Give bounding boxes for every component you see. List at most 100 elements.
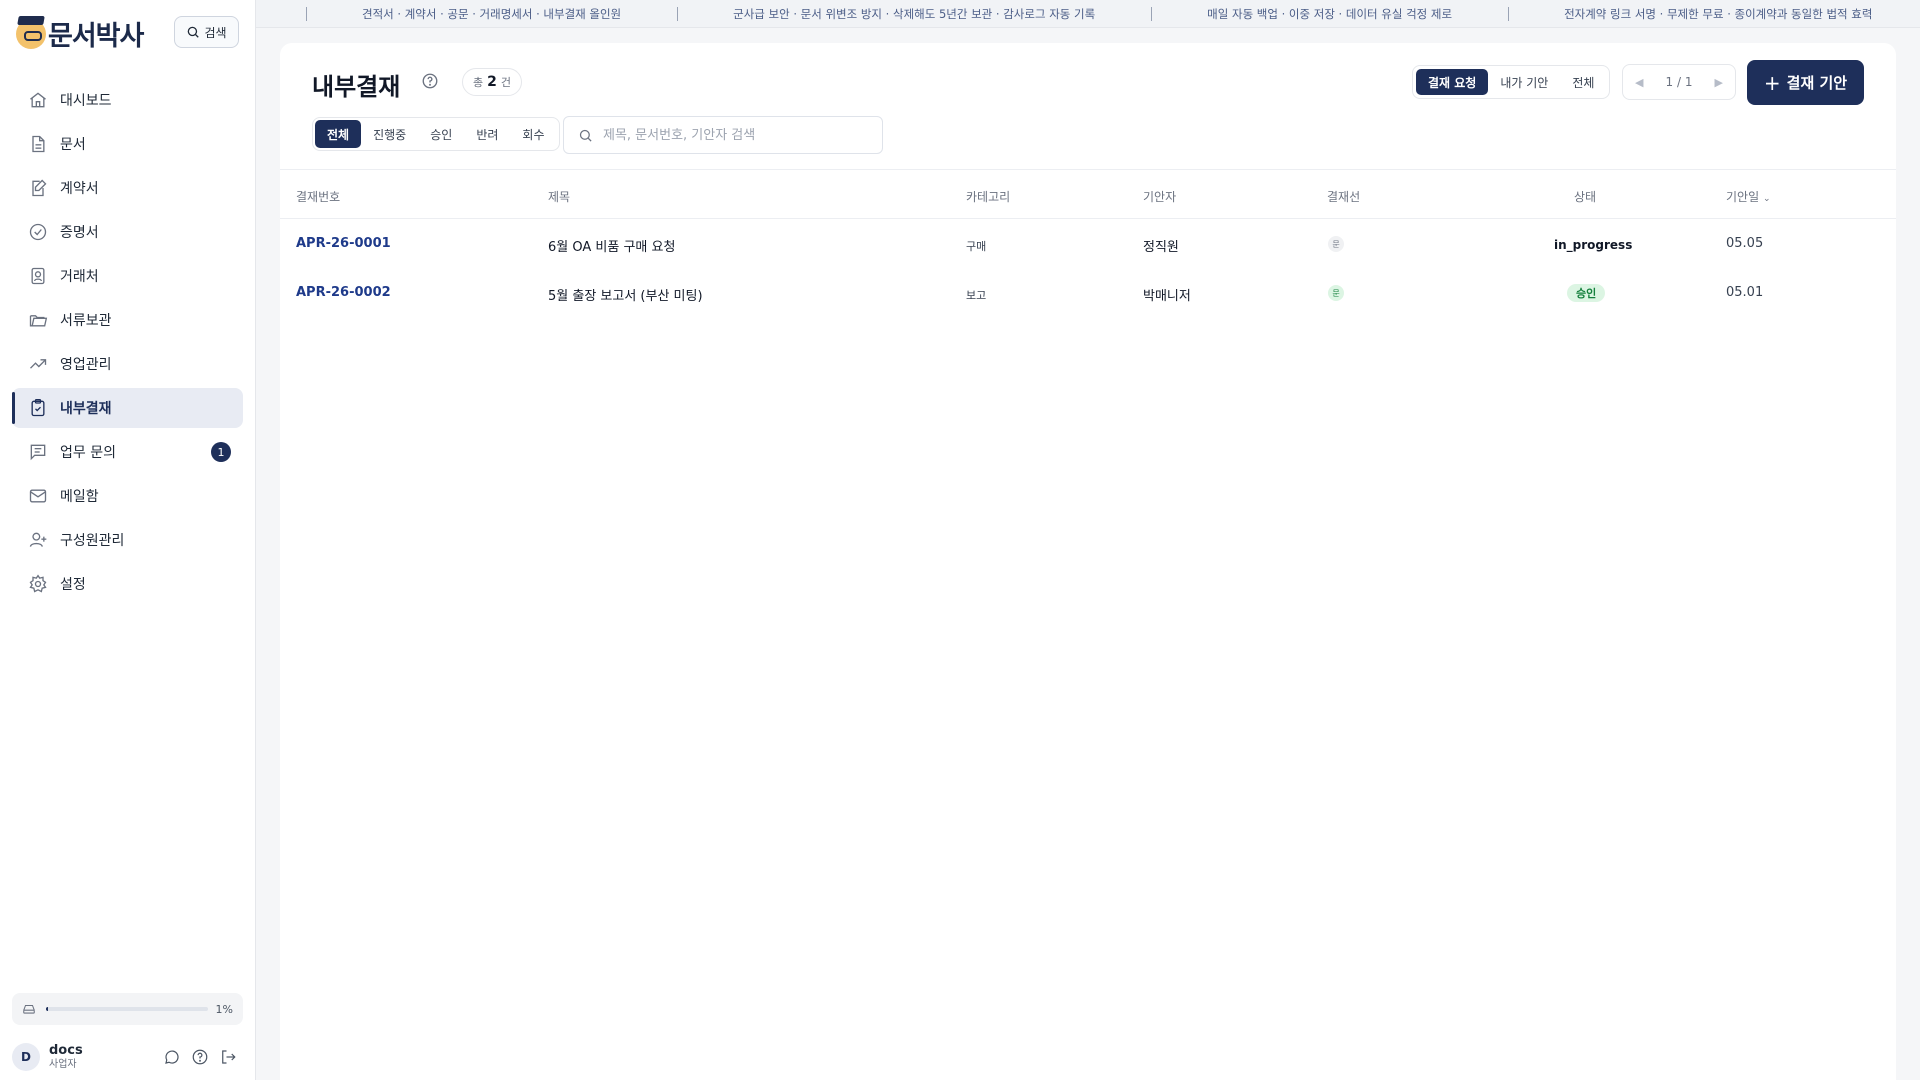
table-header: 결재번호 제목 카테고리 기안자 결재선 상태 기안일 ⌄	[280, 170, 1896, 219]
table-row[interactable]: APR-26-0001 6월 OA 비품 구매 요청 구매 정직원 문 in_p…	[280, 220, 1896, 268]
sidebar-item-label: 계약서	[60, 181, 99, 197]
approval-title[interactable]: 6월 OA 비품 구매 요청	[548, 236, 675, 255]
search-input[interactable]	[603, 127, 863, 143]
sidebar-item-archive[interactable]: 서류보관	[12, 300, 243, 340]
col-status[interactable]: 상태	[1574, 188, 1596, 205]
col-date[interactable]: 기안일 ⌄	[1726, 188, 1771, 205]
ticker-text: 군사급 보안 · 문서 위변조 방지 · 삭제해도 5년간 보관 · 감사로그 …	[733, 6, 1096, 21]
feature-ticker: 견적서 · 계약서 · 공문 · 거래명세서 · 내부결재 올인원 군사급 보안…	[256, 0, 1920, 28]
sidebar-item-label: 대시보드	[60, 93, 112, 109]
logout-icon[interactable]	[219, 1048, 237, 1066]
plus-icon: +	[1763, 70, 1781, 95]
prev-page-icon[interactable]: ◀	[1635, 76, 1643, 89]
search-icon	[579, 129, 592, 142]
user-actions	[163, 1048, 237, 1066]
approver-stamp: 문	[1328, 285, 1344, 301]
sidebar-item-label: 영업관리	[60, 357, 112, 373]
scope-all[interactable]: 전체	[1560, 69, 1606, 95]
help-icon[interactable]	[421, 72, 439, 90]
user-plus-icon	[29, 532, 47, 547]
approval-category: 보고	[966, 289, 987, 302]
tab-in-progress[interactable]: 진행중	[361, 120, 418, 148]
sidebar-nav: 대시보드 문서 계약서 증명서 거래처 서류보관 영업관리 내부결재 업무 문의…	[12, 80, 243, 608]
sidebar-item-clients[interactable]: 거래처	[12, 256, 243, 296]
sidebar-item-dashboard[interactable]: 대시보드	[12, 80, 243, 120]
col-title[interactable]: 제목	[548, 188, 570, 205]
ticker-item: 군사급 보안 · 문서 위변조 방지 · 삭제해도 5년간 보관 · 감사로그 …	[677, 6, 1151, 22]
gear-icon	[29, 574, 47, 593]
approval-date: 05.01	[1726, 285, 1764, 300]
user-role: 사업자	[49, 1058, 77, 1070]
scope-approval-requests[interactable]: 결재 요청	[1416, 69, 1489, 95]
brand-logo[interactable]: 문서박사	[16, 14, 144, 53]
col-approval-number[interactable]: 결재번호	[296, 188, 340, 205]
approval-title[interactable]: 5월 출장 보고서 (부산 미팅)	[548, 285, 703, 304]
tab-approved[interactable]: 승인	[418, 120, 464, 148]
message-list-icon	[30, 444, 46, 461]
clipboard-check-icon	[31, 399, 45, 417]
count-value: 2	[487, 74, 497, 90]
table-row[interactable]: APR-26-0002 5월 출장 보고서 (부산 미팅) 보고 박매니저 문 …	[280, 269, 1896, 317]
approval-number[interactable]: APR-26-0002	[296, 285, 391, 300]
sidebar-item-label: 서류보관	[60, 313, 112, 329]
sidebar-item-label: 문서	[60, 137, 86, 153]
global-search-button[interactable]: 검색	[174, 16, 239, 48]
chat-bubble-icon[interactable]	[163, 1048, 181, 1066]
approval-author: 정직원	[1143, 240, 1179, 255]
user-name: docs	[49, 1043, 83, 1059]
scope-my-drafts[interactable]: 내가 기안	[1488, 69, 1560, 95]
sidebar-item-documents[interactable]: 문서	[12, 124, 243, 164]
col-author[interactable]: 기안자	[1143, 188, 1176, 205]
new-approval-button[interactable]: + 결재 기안	[1747, 60, 1864, 105]
sidebar-item-members[interactable]: 구성원관리	[12, 520, 243, 560]
page-title: 내부결재	[312, 73, 401, 101]
owl-mascot-icon	[16, 18, 46, 49]
col-category[interactable]: 카테고리	[966, 188, 1010, 205]
check-circle-icon	[29, 223, 47, 241]
tab-rejected[interactable]: 반려	[464, 120, 510, 148]
tab-withdrawn[interactable]: 회수	[510, 120, 556, 148]
folder-icon	[29, 315, 48, 327]
scope-toggle: 결재 요청 내가 기안 전체	[1412, 65, 1611, 99]
sidebar-item-label: 구성원관리	[60, 533, 125, 549]
status-text: in_progress	[1554, 238, 1633, 252]
storage-bar	[46, 1007, 208, 1011]
sidebar-item-certificates[interactable]: 증명서	[12, 212, 243, 252]
inquiry-count-badge: 1	[211, 442, 231, 462]
sidebar-item-approvals[interactable]: 내부결재	[12, 388, 243, 428]
col-approval-line[interactable]: 결재선	[1327, 188, 1360, 205]
sidebar-item-label: 증명서	[60, 225, 99, 241]
ticker-item: 견적서 · 계약서 · 공문 · 거래명세서 · 내부결재 올인원	[306, 6, 677, 22]
contract-edit-icon	[32, 179, 47, 197]
search-icon	[188, 26, 200, 38]
sidebar-item-inquiries[interactable]: 업무 문의 1	[12, 432, 243, 472]
approval-number[interactable]: APR-26-0001	[296, 236, 391, 251]
pagination: ◀ 1 / 1 ▶	[1622, 64, 1736, 100]
count-prefix: 총	[473, 76, 484, 89]
sidebar-item-sales[interactable]: 영업관리	[12, 344, 243, 384]
user-info: docs 사업자	[49, 1043, 163, 1070]
avatar[interactable]: D	[12, 1043, 40, 1071]
brand-name: 문서박사	[48, 21, 144, 52]
count-suffix: 건	[500, 76, 511, 89]
sidebar-item-label: 메일함	[60, 489, 99, 505]
approval-search	[563, 116, 883, 154]
ticker-text: 견적서 · 계약서 · 공문 · 거래명세서 · 내부결재 올인원	[362, 6, 622, 21]
approval-category: 구매	[966, 240, 987, 253]
sidebar-item-settings[interactable]: 설정	[12, 564, 243, 604]
sidebar-item-mailbox[interactable]: 메일함	[12, 476, 243, 516]
next-page-icon[interactable]: ▶	[1715, 76, 1723, 89]
storage-usage: 1%	[12, 993, 243, 1025]
user-profile: D docs 사업자	[12, 1041, 243, 1073]
tab-all[interactable]: 전체	[315, 120, 362, 148]
sidebar-item-label: 거래처	[60, 269, 99, 285]
trend-up-icon	[30, 359, 47, 369]
search-button-label: 검색	[204, 25, 227, 40]
sort-chevron-icon: ⌄	[1762, 194, 1771, 204]
ticker-text: 매일 자동 백업 · 이중 저장 · 데이터 유실 걱정 제로	[1207, 6, 1453, 21]
approver-stamp: 문	[1328, 236, 1344, 252]
sidebar-item-contracts[interactable]: 계약서	[12, 168, 243, 208]
ticker-text: 전자계약 링크 서명 · 무제한 무료 · 종이계약과 동일한 법적 효력	[1564, 6, 1873, 21]
help-circle-icon[interactable]	[191, 1048, 209, 1066]
page-indicator: 1 / 1	[1665, 75, 1693, 89]
